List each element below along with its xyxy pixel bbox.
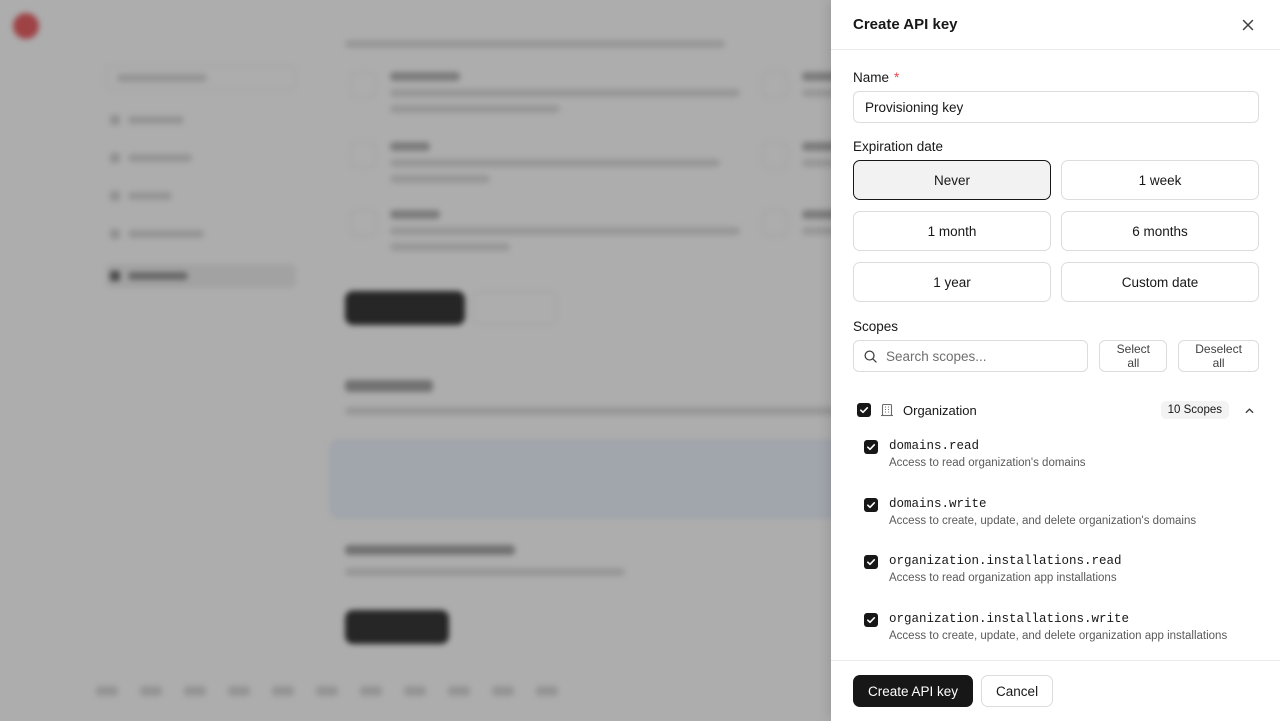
scope-checkbox[interactable] <box>864 440 878 454</box>
scope-checkbox[interactable] <box>864 612 878 627</box>
scopes-label: Scopes <box>853 319 899 334</box>
scope-item[interactable]: domains.write Access to create, update, … <box>853 492 1259 550</box>
scope-checkbox[interactable] <box>864 555 878 569</box>
scope-group-organization[interactable]: Organization 10 Scopes <box>853 392 1259 428</box>
drawer-header: Create API key <box>831 0 1280 50</box>
scope-item[interactable]: organization.installations.write Access … <box>853 607 1259 661</box>
select-all-button[interactable]: Select all <box>1099 340 1168 372</box>
building-icon <box>880 403 894 417</box>
scope-description: Access to read organization's domains <box>889 457 1086 469</box>
name-input[interactable] <box>853 91 1259 123</box>
scope-checkbox[interactable] <box>864 497 878 512</box>
search-icon <box>864 349 877 363</box>
scope-tools: Select all Deselect all <box>853 340 1259 372</box>
expiration-option-6-months[interactable]: 6 months <box>1061 211 1259 251</box>
group-name: Organization <box>903 402 977 418</box>
group-checkbox[interactable] <box>857 403 871 417</box>
scope-search-input[interactable] <box>886 348 1076 364</box>
scope-name: domains.read <box>889 439 980 453</box>
cancel-button[interactable]: Cancel <box>981 675 1054 707</box>
create-api-key-drawer: Create API key Name* Expiration date Nev… <box>831 0 1280 721</box>
scope-count-badge: 10 Scopes <box>1160 401 1229 419</box>
scope-item[interactable]: domains.read Access to read organization… <box>853 434 1259 492</box>
expiration-option-1-week[interactable]: 1 week <box>1061 160 1259 200</box>
expiration-option-never[interactable]: Never <box>853 160 1051 200</box>
scope-name: organization.installations.read <box>889 554 1122 568</box>
deselect-all-button[interactable]: Deselect all <box>1178 340 1259 372</box>
expiration-option-custom-date[interactable]: Custom date <box>1061 262 1259 302</box>
scope-item[interactable]: organization.installations.read Access t… <box>853 549 1259 607</box>
chevron-up-icon[interactable] <box>1242 403 1256 417</box>
scope-search[interactable] <box>853 340 1089 372</box>
scope-list: domains.read Access to read organization… <box>853 434 1259 660</box>
scope-name: organization.installations.write <box>889 611 1130 626</box>
scope-description: Access to read organization app installa… <box>889 572 1117 584</box>
required-indicator: * <box>894 70 900 85</box>
scope-name: domains.write <box>889 496 987 511</box>
expiration-option-1-month[interactable]: 1 month <box>853 211 1051 251</box>
drawer-body: Name* Expiration date Never 1 week 1 mon… <box>831 50 1280 660</box>
name-label: Name * <box>853 70 900 85</box>
create-api-key-button[interactable]: Create API key <box>853 675 974 707</box>
expiration-options: Never 1 week 1 month 6 months 1 year Cus… <box>853 160 1259 302</box>
drawer-title: Create API key <box>853 16 958 33</box>
expiration-option-1-year[interactable]: 1 year <box>853 262 1051 302</box>
expiration-label: Expiration date <box>853 139 944 154</box>
drawer-footer: Create API key Cancel <box>831 660 1280 721</box>
close-icon[interactable] <box>1238 15 1258 35</box>
scope-description: Access to create, update, and delete org… <box>889 514 1197 527</box>
scope-description: Access to create, update, and delete org… <box>889 629 1228 642</box>
